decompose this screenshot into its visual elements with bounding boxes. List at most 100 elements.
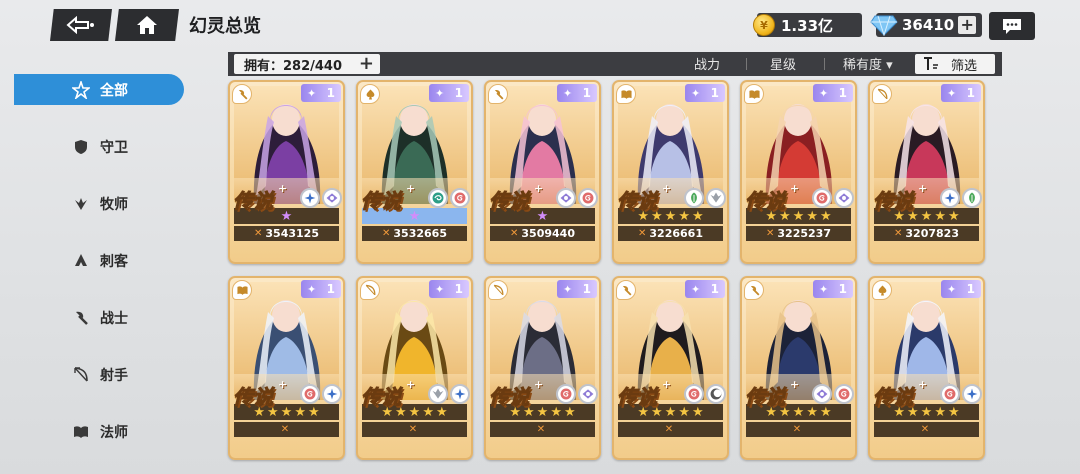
book-icon	[748, 89, 760, 99]
axe-icon	[494, 89, 503, 99]
moon-element-icon	[706, 384, 726, 404]
power-value: 3226661	[649, 227, 703, 240]
hero-card[interactable]: ✦ 1 传说 + ★ ★ ★ ★ ★ ✕ 3207823	[868, 80, 985, 264]
class-badge	[616, 280, 636, 300]
sidebar-item-guard[interactable]: 守卫	[14, 131, 184, 162]
rarity-plus-icon: +	[406, 378, 416, 391]
sidebar-item-all[interactable]: 全部	[14, 74, 184, 105]
class-badge	[232, 84, 252, 104]
axe-icon	[622, 285, 631, 295]
expand-plus-icon[interactable]: +	[359, 54, 374, 73]
chat-button[interactable]	[989, 12, 1035, 40]
rarity-plus-icon: +	[278, 182, 288, 195]
gold-amount: 1.33亿	[781, 16, 834, 35]
filter-label: 筛选	[951, 58, 978, 74]
power-bar: ✕ 3543125	[234, 226, 339, 241]
star-icon: ★	[792, 208, 805, 224]
star-icon: ★	[934, 404, 946, 420]
level-tag: ✦ 1	[941, 84, 981, 102]
back-button[interactable]	[50, 9, 112, 41]
class-badge	[872, 84, 892, 104]
star-element-icon	[940, 188, 960, 208]
star-icon: ★	[435, 404, 448, 420]
sparkle-icon: ✦	[819, 86, 829, 100]
star-icon: ★	[678, 404, 690, 420]
sort-by-power[interactable]: 战力	[694, 54, 720, 73]
crossed-swords-icon: ✕	[766, 228, 775, 239]
level-value: 1	[710, 86, 719, 100]
filter-button[interactable]: 筛选	[915, 54, 995, 74]
hero-card[interactable]: ✦ 1 传说 + ★ ★ ★ ★ ★ ✕ 3225237	[740, 80, 857, 264]
sparkle-icon: ✦	[691, 86, 701, 100]
hero-card[interactable]: ✦ 1 传说 + ★ ✕ 3532665	[356, 80, 473, 264]
sort-by-rarity[interactable]: 稀有度 ▾	[843, 54, 893, 73]
spiral-element-icon	[578, 188, 598, 208]
wing-element-icon	[706, 188, 726, 208]
back-arrow-icon	[66, 16, 94, 34]
hero-card[interactable]: ✦ 1 传说 + ★ ★ ★ ★ ★ ✕	[228, 276, 345, 460]
crossed-swords-icon: ✕	[638, 228, 647, 239]
sparkle-icon: ✦	[435, 86, 445, 100]
rarity-label: 传说	[361, 385, 402, 410]
level-value: 1	[582, 282, 591, 296]
crossed-swords-icon: ✕	[664, 424, 674, 435]
sparkle-icon: ✦	[435, 282, 445, 296]
level-value: 1	[582, 86, 591, 100]
level-tag: ✦ 1	[557, 84, 597, 102]
bow-icon	[365, 284, 375, 295]
sidebar-item-warrior[interactable]: 战士	[14, 302, 184, 333]
level-tag: ✦ 1	[557, 280, 597, 298]
sort-by-star[interactable]: 星级	[770, 54, 796, 73]
wing-element-icon	[428, 384, 448, 404]
divider	[746, 58, 747, 70]
hero-card[interactable]: ✦ 1 传说 + ★ ★ ★ ★ ★ ✕	[484, 276, 601, 460]
hero-card[interactable]: ✦ 1 传说 + ★ ★ ★ ★ ★ ✕	[612, 276, 729, 460]
hero-card[interactable]: ✦ 1 传说 + ★ ★ ★ ★ ★ ✕	[740, 276, 857, 460]
sidebar-item-priest[interactable]: 牧师	[14, 188, 184, 219]
rarity-plus-icon: +	[918, 182, 928, 195]
rarity-plus-icon: +	[662, 182, 672, 195]
crossed-swords-icon: ✕	[510, 228, 519, 239]
axe-icon	[238, 89, 247, 99]
sparkle-icon: ✦	[947, 282, 957, 296]
crossed-swords-icon: ✕	[894, 228, 903, 239]
sidebar-item-archer[interactable]: 射手	[14, 359, 184, 390]
axe-icon	[750, 285, 759, 295]
power-value: 3225237	[777, 227, 831, 240]
book-icon	[620, 89, 632, 99]
hero-card[interactable]: ✦ 1 传说 + ★ ✕ 3543125	[228, 80, 345, 264]
star-icon: ★	[563, 404, 576, 420]
sidebar-item-mage[interactable]: 法师	[14, 416, 184, 447]
rarity-plus-icon: +	[790, 182, 800, 195]
spade-icon	[878, 284, 886, 296]
diamond-icon	[870, 15, 898, 36]
eye-element-icon	[556, 188, 576, 208]
star-icon: ★	[550, 404, 562, 420]
star-icon: ★	[819, 404, 832, 420]
wing-icon	[75, 198, 87, 210]
hero-card[interactable]: ✦ 1 传说 + ★ ★ ★ ★ ★ ✕	[356, 276, 473, 460]
sidebar-item-label: 牧师	[100, 196, 128, 213]
divider	[824, 58, 825, 70]
level-tag: ✦ 1	[429, 280, 469, 298]
hero-card[interactable]: ✦ 1 传说 + ★ ★ ★ ★ ★ ✕ 3226661	[612, 80, 729, 264]
home-button[interactable]	[115, 9, 179, 41]
spiral-element-icon	[940, 384, 960, 404]
class-badge	[616, 84, 636, 104]
star-all-icon	[72, 81, 90, 99]
spiral-element-icon	[834, 384, 854, 404]
filter-bar: 拥有：282/440 + 战力 星级 稀有度 ▾ 筛选	[228, 52, 1002, 76]
power-bar: ✕	[234, 422, 339, 437]
power-bar: ✕ 3226661	[618, 226, 723, 241]
hero-card[interactable]: ✦ 1 传说 + ★ ✕ 3509440	[484, 80, 601, 264]
filter-icon	[924, 57, 938, 70]
sidebar-item-assassin[interactable]: 刺客	[14, 245, 184, 276]
bow-icon	[493, 284, 503, 295]
hero-card[interactable]: ✦ 1 传说 + ★ ★ ★ ★ ★ ✕	[868, 276, 985, 460]
sparkle-icon: ✦	[947, 86, 957, 100]
level-tag: ✦ 1	[301, 280, 341, 298]
level-value: 1	[710, 282, 719, 296]
leaf-element-icon	[962, 188, 982, 208]
add-gems-button[interactable]: +	[958, 16, 977, 34]
power-value: 3543125	[265, 227, 319, 240]
